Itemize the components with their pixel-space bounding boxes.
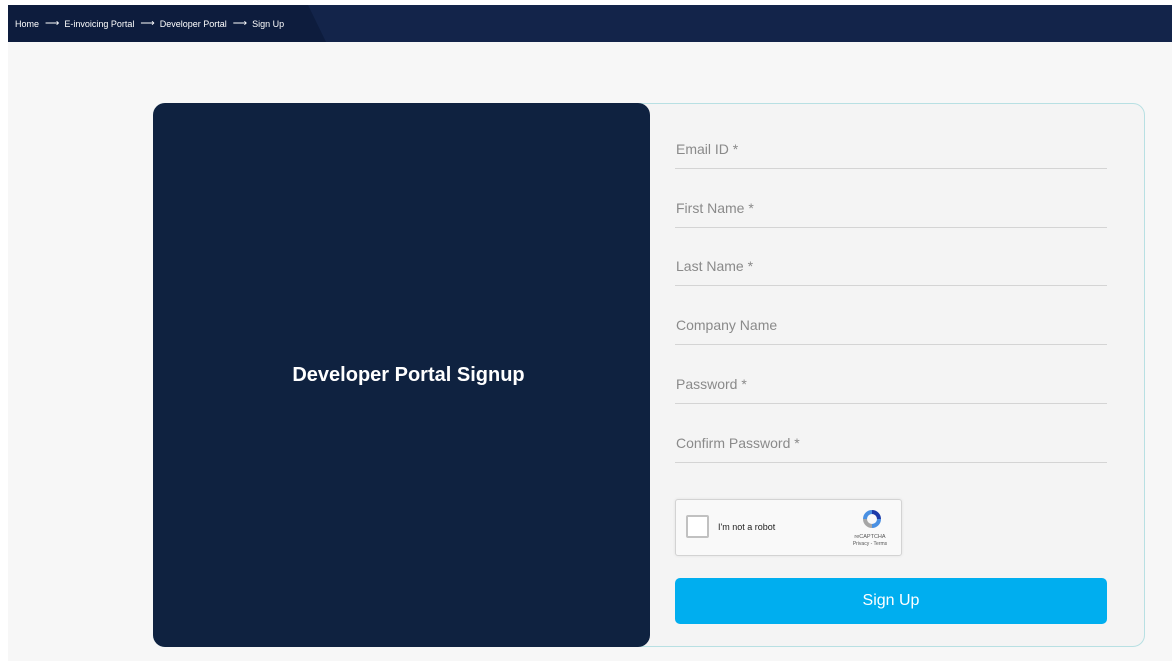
page-title: Developer Portal Signup	[292, 363, 525, 386]
recaptcha-checkbox[interactable]	[686, 515, 709, 538]
top-navigation-bar: Home ⟶ E-invoicing Portal ⟶ Developer Po…	[8, 5, 1172, 42]
confirm-password-field[interactable]	[675, 423, 1107, 462]
breadcrumb-e-invoicing-portal[interactable]: E-invoicing Portal	[64, 19, 134, 29]
recaptcha-brand: reCAPTCHA	[854, 534, 886, 540]
password-field[interactable]	[675, 364, 1107, 403]
first-name-field[interactable]	[675, 188, 1107, 227]
recaptcha-label: I'm not a robot	[718, 522, 776, 532]
signup-banner-panel: Developer Portal Signup	[153, 103, 650, 647]
recaptcha-privacy-terms-link[interactable]: Privacy - Terms	[826, 541, 914, 547]
first-name-field-wrapper	[675, 188, 1107, 228]
company-name-field[interactable]	[675, 305, 1107, 344]
breadcrumb: Home ⟶ E-invoicing Portal ⟶ Developer Po…	[15, 5, 284, 42]
sign-up-button[interactable]: Sign Up	[675, 578, 1107, 624]
last-name-field[interactable]	[675, 246, 1107, 285]
email-field-wrapper	[675, 129, 1107, 169]
breadcrumb-sign-up: Sign Up	[252, 18, 285, 29]
company-name-field-wrapper	[675, 305, 1107, 345]
last-name-field-wrapper	[675, 246, 1107, 286]
recaptcha-widget: I'm not a robot reCAPTCHA Privacy - Term…	[675, 499, 902, 556]
breadcrumb-arrow-icon: ⟶	[140, 18, 154, 29]
email-field[interactable]	[675, 129, 1107, 168]
breadcrumb-arrow-icon: ⟶	[232, 18, 247, 29]
recaptcha-logo-icon	[863, 510, 881, 528]
confirm-password-field-wrapper	[675, 423, 1107, 463]
breadcrumb-home[interactable]: Home	[15, 19, 39, 29]
breadcrumb-developer-portal[interactable]: Developer Portal	[160, 19, 227, 29]
breadcrumb-arrow-icon: ⟶	[45, 18, 59, 29]
password-field-wrapper	[675, 364, 1107, 404]
